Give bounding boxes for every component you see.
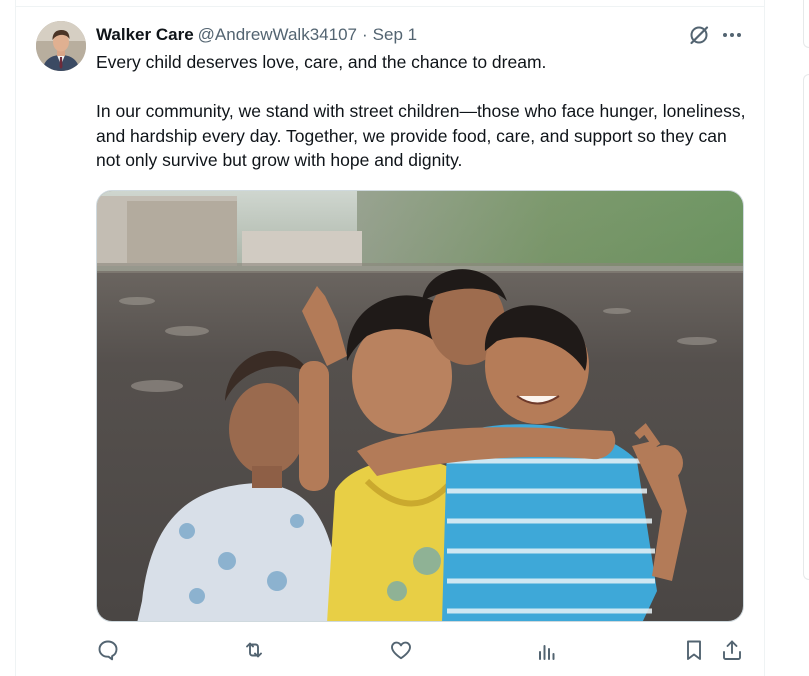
post-text-paragraph: Every child deserves love, care, and the…	[96, 52, 547, 72]
reply-icon[interactable]	[96, 638, 120, 662]
timeline-right-border	[764, 0, 765, 676]
sidebar-card-edge	[803, 0, 809, 676]
post-text-paragraph: In our community, we stand with street c…	[96, 101, 746, 170]
avatar[interactable]	[36, 21, 86, 71]
share-icon[interactable]	[720, 638, 744, 662]
views-icon[interactable]	[535, 638, 559, 662]
post-image[interactable]	[96, 190, 744, 622]
author-name[interactable]: Walker Care	[96, 25, 194, 44]
children-photo	[97, 191, 743, 621]
post-actions	[0, 638, 809, 664]
author-handle[interactable]: @AndrewWalk34107	[198, 25, 357, 44]
post-text: Every child deserves love, care, and the…	[96, 50, 746, 173]
bookmark-icon[interactable]	[682, 638, 706, 662]
timeline-left-border	[15, 0, 16, 676]
post-divider	[15, 6, 765, 7]
post-header: Walker Care @AndrewWalk34107 · Sep 1	[96, 23, 417, 47]
like-icon[interactable]	[389, 638, 413, 662]
repost-icon[interactable]	[242, 638, 266, 662]
separator-dot: ·	[361, 25, 368, 44]
grok-icon[interactable]	[688, 24, 710, 46]
more-icon[interactable]	[720, 24, 744, 46]
post-date[interactable]: Sep 1	[373, 25, 417, 44]
